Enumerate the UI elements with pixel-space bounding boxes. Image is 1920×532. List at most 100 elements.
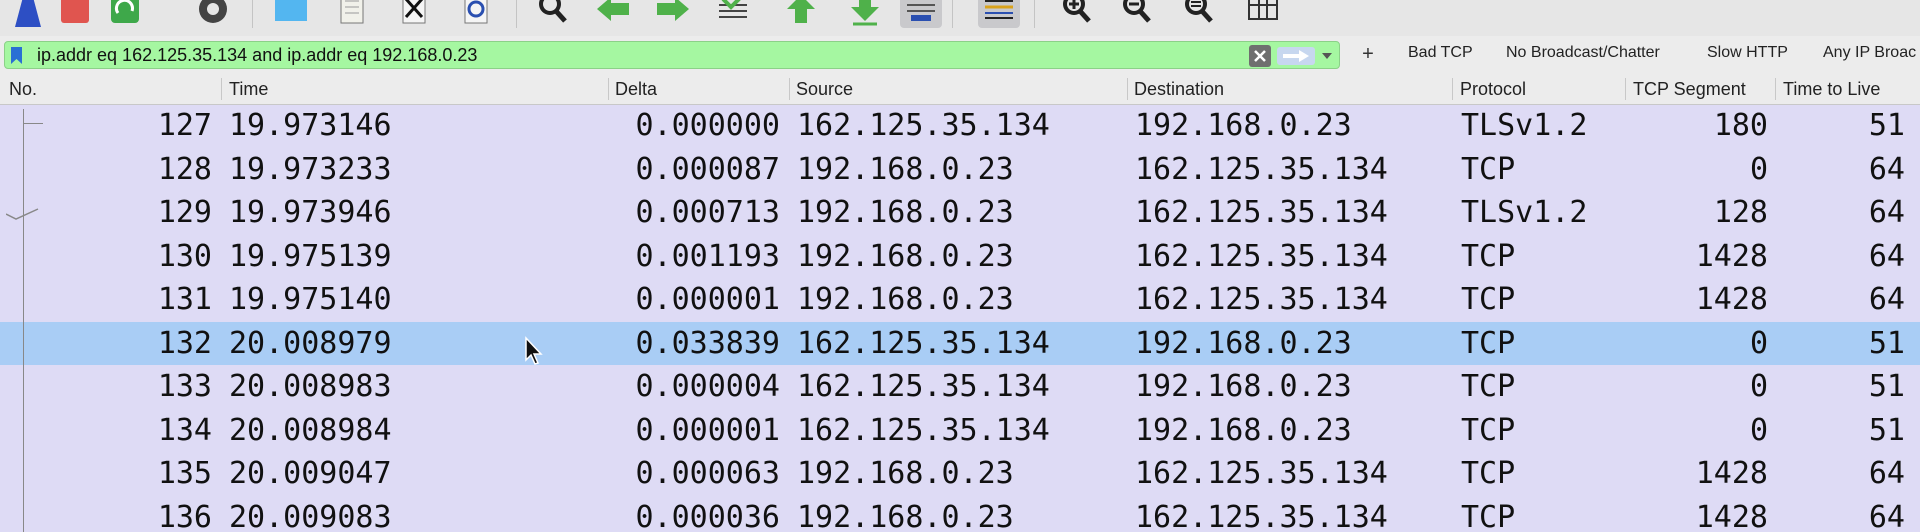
cell-protocol: TCP <box>1461 499 1516 532</box>
table-row[interactable]: 133 20.008983 0.000004 162.125.35.134 192.16… <box>0 365 1920 408</box>
column-header-delta[interactable]: Delta <box>615 74 657 104</box>
save-file-icon[interactable] <box>330 0 372 28</box>
cell-no: 134 <box>157 412 212 448</box>
restart-capture-icon[interactable] <box>104 0 146 28</box>
cell-delta: 0.000001 <box>635 282 781 317</box>
cell-tcp-segment: 0 <box>1749 325 1768 361</box>
column-header-no[interactable]: No. <box>9 74 37 104</box>
cell-destination: 192.168.0.23 <box>1135 412 1352 448</box>
cell-source: 192.168.0.23 <box>797 238 1014 274</box>
stop-capture-icon[interactable] <box>54 0 96 28</box>
reload-file-icon[interactable] <box>454 0 496 28</box>
zoom-in-icon[interactable] <box>1056 0 1098 28</box>
cell-ttl: 64 <box>1868 238 1905 274</box>
cell-ttl: 64 <box>1868 456 1905 491</box>
cell-delta: 0.000087 <box>635 151 781 187</box>
close-file-icon[interactable] <box>392 0 434 28</box>
colorize-icon[interactable] <box>978 0 1020 28</box>
go-back-icon[interactable] <box>592 0 634 28</box>
clear-filter-button[interactable] <box>1249 45 1271 67</box>
cell-no: 133 <box>157 369 212 404</box>
cell-delta: 0.000713 <box>635 195 781 230</box>
cell-tcp-segment: 128 <box>1713 195 1768 230</box>
cell-delta: 0.001193 <box>635 238 781 274</box>
table-row[interactable]: 135 20.009047 0.000063 192.168.0.23 162.125.… <box>0 452 1920 495</box>
cell-source: 192.168.0.23 <box>797 151 1014 187</box>
column-header-tcp-segment[interactable]: TCP Segment <box>1633 74 1746 104</box>
filter-button-slow-http[interactable]: Slow HTTP <box>1707 44 1788 62</box>
filter-button-no-broadcast[interactable]: No Broadcast/Chatter <box>1506 44 1660 62</box>
capture-options-icon[interactable] <box>192 0 234 28</box>
add-filter-button-icon[interactable]: + <box>1359 41 1377 67</box>
auto-scroll-icon[interactable] <box>900 0 942 28</box>
cell-no: 129 <box>157 195 212 230</box>
cell-no: 135 <box>157 456 212 491</box>
chevron-down-icon[interactable] <box>1319 48 1335 64</box>
column-separator[interactable] <box>1625 78 1626 100</box>
cell-destination: 162.125.35.134 <box>1135 151 1388 187</box>
bookmark-icon[interactable] <box>11 47 22 64</box>
cell-no: 130 <box>157 238 212 274</box>
apply-filter-button[interactable] <box>1277 47 1315 65</box>
go-first-icon[interactable] <box>780 0 822 28</box>
column-separator[interactable] <box>608 78 609 100</box>
cell-time: 19.973233 <box>229 151 392 187</box>
display-filter-input[interactable] <box>37 42 1237 68</box>
column-header-protocol[interactable]: Protocol <box>1460 74 1526 104</box>
cell-source: 162.125.35.134 <box>797 325 1050 361</box>
table-row[interactable]: 136 20.009083 0.000036 192.168.0.23 162.125.… <box>0 496 1920 532</box>
column-header-ttl[interactable]: Time to Live <box>1783 74 1880 104</box>
table-row[interactable]: 127 19.973146 0.000000 162.125.35.134 192.16… <box>0 104 1920 147</box>
cell-time: 19.973146 <box>229 108 392 143</box>
cell-source: 192.168.0.23 <box>797 456 1014 491</box>
cell-protocol: TLSv1.2 <box>1461 108 1588 143</box>
cell-tcp-segment: 0 <box>1749 412 1768 448</box>
column-header-source[interactable]: Source <box>796 74 853 104</box>
column-separator[interactable] <box>1452 78 1453 100</box>
table-row[interactable]: 130 19.975139 0.001193 192.168.0.23 162.125.… <box>0 235 1920 278</box>
cell-tcp-segment: 1428 <box>1695 282 1768 317</box>
column-header-time[interactable]: Time <box>229 74 268 104</box>
cell-ttl: 64 <box>1868 282 1905 317</box>
table-row[interactable]: 129 19.973946 0.000713 192.168.0.23 162.125.… <box>0 191 1920 234</box>
column-separator[interactable] <box>221 78 222 100</box>
table-row[interactable]: 132 20.008979 0.033839 162.125.35.134 192.16… <box>0 321 1920 365</box>
column-separator[interactable] <box>789 78 790 100</box>
mouse-cursor-icon <box>525 336 543 365</box>
cell-delta: 0.033839 <box>635 325 781 361</box>
column-separator[interactable] <box>1127 78 1128 100</box>
cell-destination: 162.125.35.134 <box>1135 282 1388 317</box>
cell-delta: 0.000063 <box>635 456 781 491</box>
table-row[interactable]: 131 19.975140 0.000001 192.168.0.23 162.125.… <box>0 278 1920 321</box>
filter-button-bad-tcp[interactable]: Bad TCP <box>1408 44 1473 62</box>
find-packet-icon[interactable] <box>532 0 574 28</box>
cell-delta: 0.000001 <box>635 412 781 448</box>
toolbar-separator <box>952 0 953 28</box>
start-capture-icon[interactable] <box>6 0 48 28</box>
cell-ttl: 51 <box>1868 325 1905 361</box>
filter-button-any-ip-broadcast[interactable]: Any IP Broac <box>1823 44 1916 62</box>
cell-no: 136 <box>157 499 212 532</box>
column-separator[interactable] <box>1775 78 1776 100</box>
display-filter-field[interactable] <box>4 41 1340 69</box>
zoom-out-icon[interactable] <box>1116 0 1158 28</box>
open-file-icon[interactable] <box>270 0 312 28</box>
cell-time: 19.975139 <box>229 238 392 274</box>
packet-list[interactable]: No. Time Delta Source Destination Protoc… <box>0 74 1920 532</box>
cell-delta: 0.000036 <box>635 499 781 532</box>
go-to-packet-icon[interactable] <box>712 0 754 28</box>
cell-ttl: 64 <box>1868 499 1905 532</box>
zoom-normal-icon[interactable] <box>1178 0 1220 28</box>
cell-time: 20.008979 <box>229 325 392 361</box>
cell-tcp-segment: 1428 <box>1695 499 1768 532</box>
cell-ttl: 51 <box>1868 369 1905 404</box>
column-header-destination[interactable]: Destination <box>1134 74 1224 104</box>
cell-ttl: 64 <box>1868 195 1905 230</box>
cell-source: 192.168.0.23 <box>797 282 1014 317</box>
cell-protocol: TLSv1.2 <box>1461 195 1588 230</box>
go-forward-icon[interactable] <box>652 0 694 28</box>
go-last-icon[interactable] <box>844 0 886 28</box>
resize-columns-icon[interactable] <box>1242 0 1284 28</box>
table-row[interactable]: 134 20.008984 0.000001 162.125.35.134 192.16… <box>0 409 1920 452</box>
table-row[interactable]: 128 19.973233 0.000087 192.168.0.23 162.125.… <box>0 148 1920 191</box>
